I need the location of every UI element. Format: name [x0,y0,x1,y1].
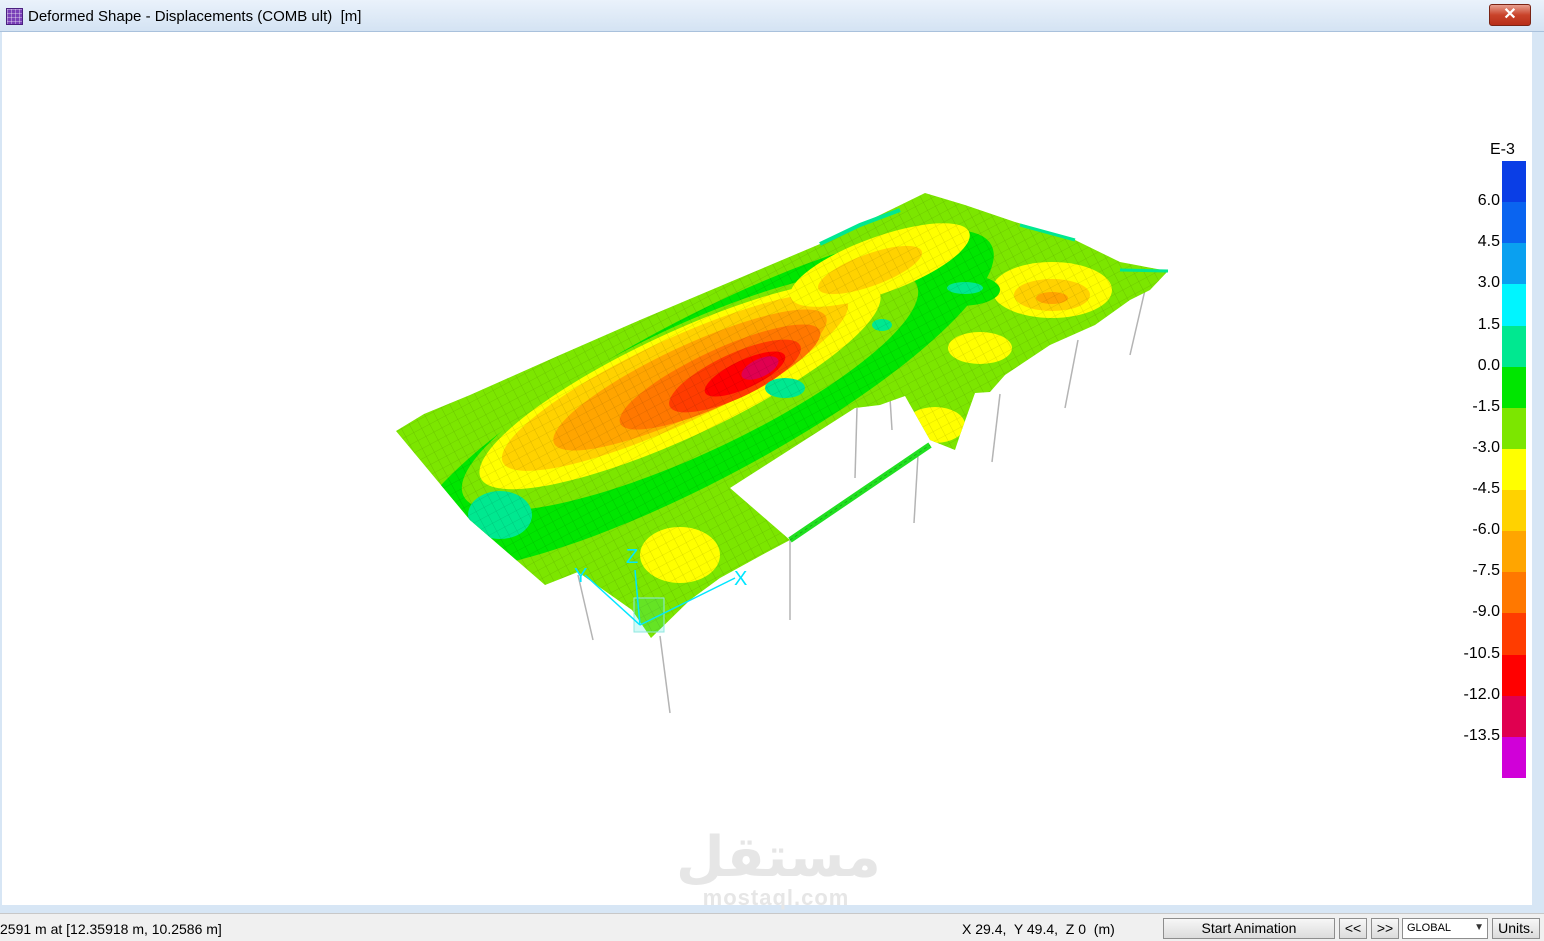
legend-swatch [1502,407,1526,450]
cursor-coordinates: X 29.4, Y 49.4, Z 0 (m) [962,921,1115,937]
legend-swatch [1502,202,1526,244]
legend-tick-label: 1.5 [1477,315,1500,333]
legend-swatch [1502,695,1526,738]
watermark-logo: مستقل mostaql.com [676,825,881,910]
model-viewport[interactable]: Z X Y مستقل mostaql.com [2,32,1532,910]
legend-tick-label: -12.0 [1463,685,1500,703]
status-readout: 2591 m at [12.35918 m, 10.2586 m] [0,921,222,937]
next-button[interactable]: >> [1371,918,1399,939]
legend-swatch [1502,161,1526,203]
legend-color-bar [1502,161,1526,779]
legend-tick-label: -7.5 [1472,562,1500,580]
app-grid-icon [6,8,23,25]
legend-swatch [1502,490,1526,532]
start-animation-button[interactable]: Start Animation [1163,918,1335,939]
status-bar: 2591 m at [12.35918 m, 10.2586 m] X 29.4… [0,913,1544,941]
axis-label-y: Y [574,565,587,587]
legend-tick-label: -13.5 [1463,726,1500,744]
window-title: Deformed Shape - Displacements (COMB ult… [28,8,362,25]
legend-swatch [1502,613,1526,656]
deformed-slab-plot[interactable]: Z X Y [2,32,1532,905]
legend-tick-label: 3.0 [1477,274,1500,292]
legend-swatch [1502,572,1526,614]
chevron-down-icon: ▼ [1474,922,1484,933]
app-window: Deformed Shape - Displacements (COMB ult… [0,0,1544,941]
axis-label-x: X [734,568,747,590]
title-bar: Deformed Shape - Displacements (COMB ult… [0,0,1544,32]
displacement-contour-surface [396,193,1168,638]
legend-swatch [1502,366,1526,409]
legend-swatch [1502,531,1526,573]
legend-swatch [1502,448,1526,491]
previous-button[interactable]: << [1339,918,1367,939]
legend-swatch [1502,284,1526,327]
legend-swatch [1502,325,1526,368]
legend-tick-label: -1.5 [1472,397,1500,415]
legend-tick-label: -6.0 [1472,521,1500,539]
legend-unit-label: E-3 [1490,141,1515,158]
legend-swatch [1502,736,1526,779]
legend-tick-label: 0.0 [1477,356,1500,374]
close-button[interactable]: ✕ [1489,4,1531,26]
coordinate-system-select[interactable]: GLOBAL ▼ [1402,918,1488,939]
legend-tick-label: -3.0 [1472,438,1500,456]
coordinate-system-value: GLOBAL [1407,922,1452,934]
legend-tick-label: -4.5 [1472,480,1500,498]
axis-label-z: Z [626,546,638,568]
units-button[interactable]: Units. [1492,918,1540,939]
legend-tick-label: -10.5 [1463,644,1500,662]
legend-tick-label: 6.0 [1477,192,1500,210]
legend-tick-label: -9.0 [1472,603,1500,621]
window-frame-edge [1533,32,1544,912]
legend-tick-label: 4.5 [1477,233,1500,251]
legend-swatch [1502,243,1526,285]
legend-swatch [1502,654,1526,697]
